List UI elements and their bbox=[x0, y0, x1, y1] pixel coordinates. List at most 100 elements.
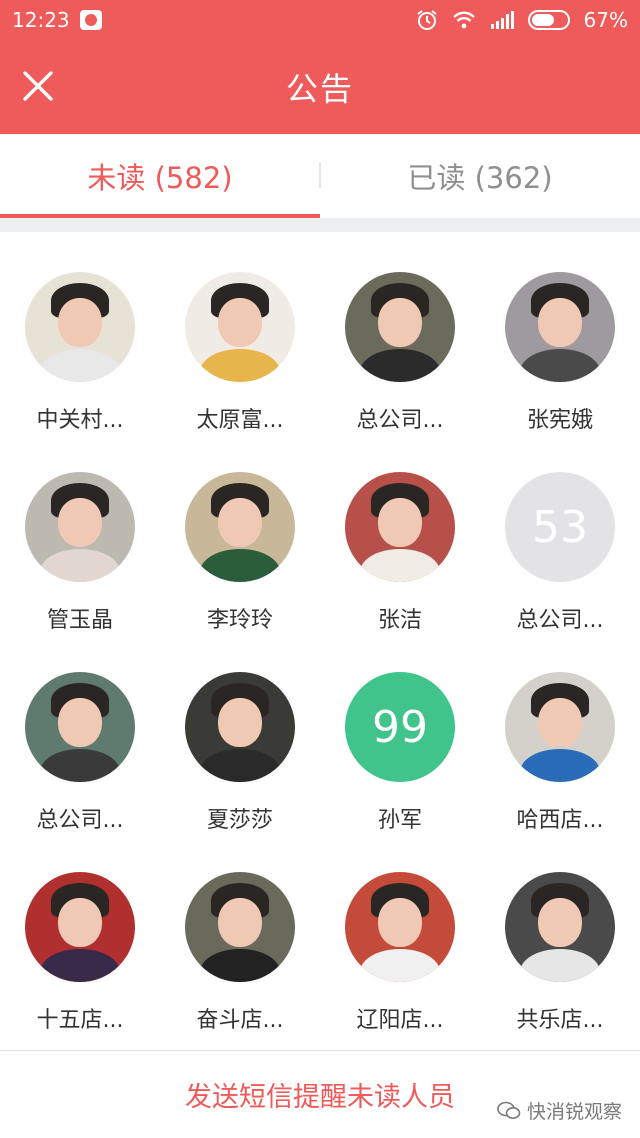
avatar-face bbox=[218, 498, 262, 547]
person-item[interactable]: 奋斗店... bbox=[160, 862, 320, 1062]
avatar-face bbox=[378, 898, 422, 947]
announcement-screen: 12:23 67% 公告 未读 (582) 已读 (362) 中关村... 太原… bbox=[0, 0, 640, 1138]
tab-divider bbox=[319, 162, 321, 188]
person-name: 张洁 bbox=[377, 608, 422, 633]
person-item[interactable]: 共乐店... bbox=[480, 862, 640, 1062]
person-item[interactable]: 总公司... bbox=[0, 662, 160, 862]
header-bar: 公告 bbox=[0, 40, 640, 134]
status-right: 67% bbox=[416, 8, 628, 32]
avatar bbox=[505, 272, 615, 382]
notification-app-icon bbox=[79, 10, 102, 30]
person-item[interactable]: 太原富... bbox=[160, 262, 320, 462]
count-badge: 99 bbox=[345, 672, 455, 782]
avatar-face bbox=[58, 898, 102, 947]
avatar-body bbox=[40, 549, 120, 582]
person-item[interactable]: 张宪娥 bbox=[480, 262, 640, 462]
page-title: 公告 bbox=[285, 70, 354, 108]
person-name: 太原富... bbox=[196, 408, 284, 433]
person-name: 张宪娥 bbox=[526, 408, 593, 433]
avatar-face bbox=[538, 298, 582, 347]
avatar bbox=[25, 872, 135, 982]
person-item[interactable]: 99 孙军 bbox=[320, 662, 480, 862]
send-sms-reminder-button[interactable]: 发送短信提醒未读人员 bbox=[185, 1075, 455, 1114]
avatar-face bbox=[58, 498, 102, 547]
avatar-face bbox=[538, 898, 582, 947]
avatar bbox=[345, 272, 455, 382]
tab-unread[interactable]: 未读 (582) bbox=[0, 134, 320, 218]
avatar-face bbox=[218, 298, 262, 347]
avatar-body bbox=[200, 549, 280, 582]
avatar-face bbox=[538, 698, 582, 747]
person-name: 辽阳店... bbox=[356, 1008, 444, 1033]
status-time: 12:23 bbox=[12, 8, 70, 32]
person-item[interactable]: 辽阳店... bbox=[320, 862, 480, 1062]
avatar-face bbox=[218, 698, 262, 747]
person-item[interactable]: 53 总公司... bbox=[480, 462, 640, 662]
avatar bbox=[345, 872, 455, 982]
person-name: 夏莎莎 bbox=[206, 808, 273, 833]
close-icon bbox=[23, 71, 53, 101]
watermark-text: 快消锐观察 bbox=[526, 1101, 622, 1123]
alarm-icon bbox=[416, 10, 437, 30]
person-name: 总公司... bbox=[516, 608, 604, 633]
person-item[interactable]: 十五店... bbox=[0, 862, 160, 1062]
unread-people-grid: 中关村... 太原富... 总公司... 张宪娥管玉晶 李玲玲 张洁 53 总公司... 总公司… bbox=[0, 262, 640, 1062]
watermark: 快消锐观察 bbox=[497, 1097, 622, 1124]
status-bar: 12:23 67% bbox=[0, 0, 640, 40]
person-name: 总公司... bbox=[36, 808, 124, 833]
avatar bbox=[505, 872, 615, 982]
battery-icon bbox=[527, 10, 570, 30]
avatar-face bbox=[218, 898, 262, 947]
person-name: 共乐店... bbox=[516, 1008, 604, 1033]
person-name: 总公司... bbox=[356, 408, 444, 433]
bottom-action-bar: 发送短信提醒未读人员 bbox=[0, 1050, 640, 1138]
person-item[interactable]: 夏莎莎 bbox=[160, 662, 320, 862]
avatar-face bbox=[58, 698, 102, 747]
avatar-body bbox=[520, 749, 600, 782]
battery-level: 67% bbox=[583, 8, 628, 32]
avatar-body bbox=[360, 349, 440, 382]
person-item[interactable]: 张洁 bbox=[320, 462, 480, 662]
avatar-body bbox=[200, 349, 280, 382]
status-left: 12:23 bbox=[12, 8, 102, 32]
wifi-icon bbox=[452, 11, 475, 29]
avatar-body bbox=[40, 949, 120, 982]
tab-read[interactable]: 已读 (362) bbox=[320, 134, 640, 218]
avatar bbox=[185, 472, 295, 582]
person-name: 李玲玲 bbox=[206, 608, 273, 633]
wechat-icon bbox=[497, 1101, 521, 1119]
person-name: 孙军 bbox=[377, 808, 422, 833]
avatar-face bbox=[378, 298, 422, 347]
avatar-body bbox=[40, 349, 120, 382]
avatar-body bbox=[360, 949, 440, 982]
person-item[interactable]: 管玉晶 bbox=[0, 462, 160, 662]
avatar-body bbox=[520, 349, 600, 382]
person-name: 哈西店... bbox=[516, 808, 604, 833]
close-button[interactable] bbox=[12, 60, 64, 112]
count-badge: 53 bbox=[505, 472, 615, 582]
person-item[interactable]: 中关村... bbox=[0, 262, 160, 462]
avatar-body bbox=[200, 949, 280, 982]
section-separator bbox=[0, 218, 640, 232]
person-name: 十五店... bbox=[36, 1008, 124, 1033]
person-item[interactable]: 哈西店... bbox=[480, 662, 640, 862]
person-item[interactable]: 李玲玲 bbox=[160, 462, 320, 662]
avatar-face bbox=[58, 298, 102, 347]
avatar bbox=[185, 672, 295, 782]
person-name: 管玉晶 bbox=[46, 608, 113, 633]
avatar bbox=[25, 672, 135, 782]
person-name: 中关村... bbox=[36, 408, 124, 433]
avatar-body bbox=[200, 749, 280, 782]
person-name: 奋斗店... bbox=[196, 1008, 284, 1033]
avatar-body bbox=[520, 949, 600, 982]
avatar bbox=[185, 872, 295, 982]
signal-icon bbox=[490, 11, 514, 29]
avatar bbox=[25, 272, 135, 382]
avatar-body bbox=[360, 549, 440, 582]
avatar bbox=[185, 272, 295, 382]
avatar bbox=[25, 472, 135, 582]
avatar-face bbox=[378, 498, 422, 547]
avatar bbox=[345, 472, 455, 582]
avatar bbox=[505, 672, 615, 782]
person-item[interactable]: 总公司... bbox=[320, 262, 480, 462]
